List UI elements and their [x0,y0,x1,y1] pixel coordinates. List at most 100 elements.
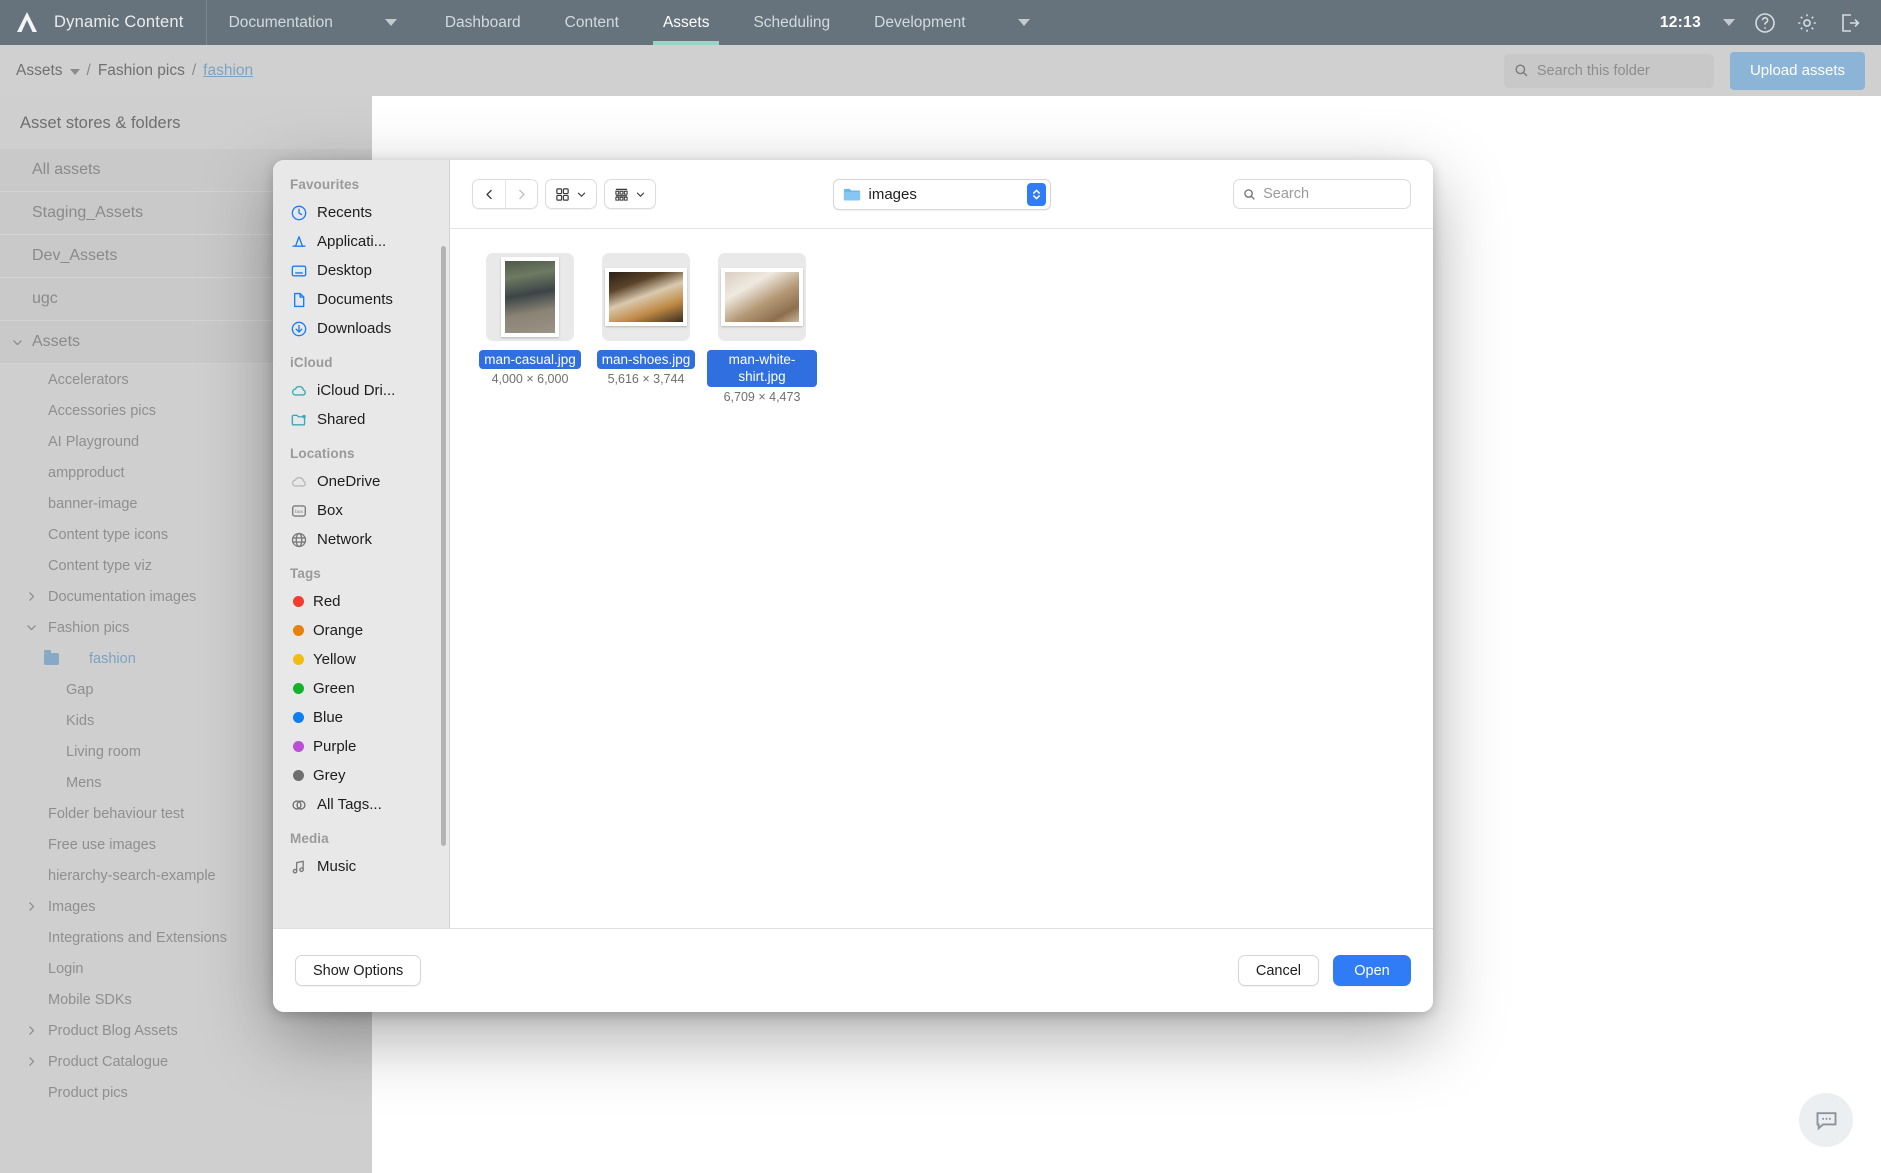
dialog-sidebar-item-label: Purple [313,738,357,755]
asset-folder-label: Product pics [48,1084,128,1101]
nav-item-development[interactable]: Development [852,0,987,45]
sidebar-title: Asset stores & folders [20,114,181,132]
open-button[interactable]: Open [1333,955,1411,986]
breadcrumb-chevron-down-icon[interactable] [69,68,80,75]
dialog-sidebar-item[interactable]: Yellow [273,645,449,674]
chevron-right-icon[interactable] [26,901,37,912]
dialog-sidebar-item-label: Music [317,858,357,875]
breadcrumb-current[interactable]: fashion [203,62,253,80]
chevron-right-icon[interactable] [26,591,37,602]
dialog-sidebar-item[interactable]: iCloud Dri... [273,376,449,405]
dialog-sidebar-item[interactable]: Recents [273,198,449,227]
folder-search[interactable] [1503,53,1714,88]
nav-item-assets[interactable]: Assets [641,0,732,45]
file-thumbnail[interactable] [718,253,806,341]
dialog-sidebar-item[interactable]: Music [273,852,449,881]
asset-folder-row[interactable]: Product Catalogue [0,1046,372,1077]
support-chat-button[interactable] [1799,1093,1853,1147]
cancel-button[interactable]: Cancel [1237,955,1319,986]
chevron-down-icon [1017,19,1030,26]
photo-frame [501,257,559,337]
dialog-sidebar-item[interactable]: Grey [273,761,449,790]
dialog-sidebar-item-label: Network [317,531,373,548]
dialog-sidebar-section-header: Media [290,831,329,846]
nav-documentation-caret[interactable] [355,0,423,45]
gear-icon[interactable] [1795,11,1819,35]
chevron-right-icon[interactable] [26,1056,37,1067]
nav-item-content[interactable]: Content [543,0,641,45]
dialog-sidebar-scrollbar[interactable] [441,246,446,846]
dialog-sidebar-item[interactable]: Green [273,674,449,703]
dialog-sidebar-section-header: Favourites [290,177,360,192]
nav-label: Assets [662,13,710,31]
dialog-footer-actions: Cancel Open [1237,955,1411,986]
dialog-sidebar-item[interactable]: Documents [273,285,449,314]
nav-item-documentation[interactable]: Documentation [207,0,355,45]
file-item[interactable]: man-shoes.jpg 5,616 × 3,744 [588,253,704,404]
tag-dot-icon [293,770,304,781]
breadcrumb-parent[interactable]: Fashion pics [98,62,185,80]
dialog-sidebar-item[interactable]: box Box [273,496,449,525]
nav-item-dashboard[interactable]: Dashboard [423,0,543,45]
dialog-sidebar-item[interactable]: Orange [273,616,449,645]
nav-item-scheduling[interactable]: Scheduling [731,0,852,45]
nav-development-caret[interactable] [988,0,1056,45]
dialog-sidebar-item[interactable]: Desktop [273,256,449,285]
view-mode-dropdown[interactable] [545,179,597,209]
path-popup-button[interactable]: images [832,178,1051,210]
chevron-down-icon [577,192,586,197]
nav-buttons-group [472,179,538,209]
dialog-search-input[interactable] [1263,186,1401,202]
chevron-down-icon[interactable] [26,622,37,633]
group-by-dropdown[interactable] [604,179,656,209]
dialog-sidebar-item[interactable]: Shared [273,405,449,434]
breadcrumb-separator: / [191,61,197,79]
show-options-button[interactable]: Show Options [295,955,422,986]
file-item[interactable]: man-casual.jpg 4,000 × 6,000 [472,253,588,404]
dialog-sidebar-item-label: Orange [313,622,364,639]
upload-assets-button[interactable]: Upload assets [1729,51,1865,90]
dialog-sidebar-item[interactable]: Network [273,525,449,554]
dialog-sidebar-item[interactable]: OneDrive [273,467,449,496]
dialog-sidebar-section-header: Tags [290,566,321,581]
dialog-sidebar-item[interactable]: Applicati... [273,227,449,256]
clock-icon [291,205,307,220]
asset-folder-row[interactable]: Product pics [0,1077,372,1108]
photo-preview [609,272,683,322]
asset-folder-label: Product Catalogue [48,1053,169,1070]
file-thumbnail[interactable] [486,253,574,341]
dialog-sidebar-item[interactable]: All Tags... [273,790,449,819]
asset-folder-label: Free use images [48,836,156,853]
search-input[interactable] [1536,62,1704,79]
file-item[interactable]: man-white-shirt.jpg 6,709 × 4,473 [704,253,820,404]
path-popup-stepper-icon [1026,182,1046,206]
dialog-sidebar-item[interactable]: Purple [273,732,449,761]
dialog-search[interactable] [1233,179,1411,209]
brand[interactable]: Dynamic Content [0,0,207,45]
dialog-footer: Show Options Cancel Open [273,928,1433,1012]
dialog-sidebar-item[interactable]: Downloads [273,314,449,343]
dialog-sidebar-item[interactable]: Red [273,587,449,616]
account-chevron-down-icon[interactable] [1723,19,1735,26]
brand-name: Dynamic Content [54,13,184,31]
file-thumbnail[interactable] [602,253,690,341]
chevron-down-icon[interactable] [12,337,23,348]
help-icon[interactable] [1753,11,1777,35]
file-name-label: man-shoes.jpg [596,350,696,370]
asset-folder-row[interactable]: Product Blog Assets [0,1015,372,1046]
forward-button[interactable] [505,180,537,208]
breadcrumb-root[interactable]: Assets [16,62,63,80]
back-button[interactable] [473,180,505,208]
logout-icon[interactable] [1837,11,1861,35]
asset-folder-label: fashion [89,650,136,667]
nav-label: Documentation [228,13,333,31]
dialog-sidebar-item[interactable]: Blue [273,703,449,732]
asset-folder-label: Login [48,960,84,977]
chevron-right-icon[interactable] [26,1025,37,1036]
file-dimensions-label: 6,709 × 4,473 [723,389,801,404]
